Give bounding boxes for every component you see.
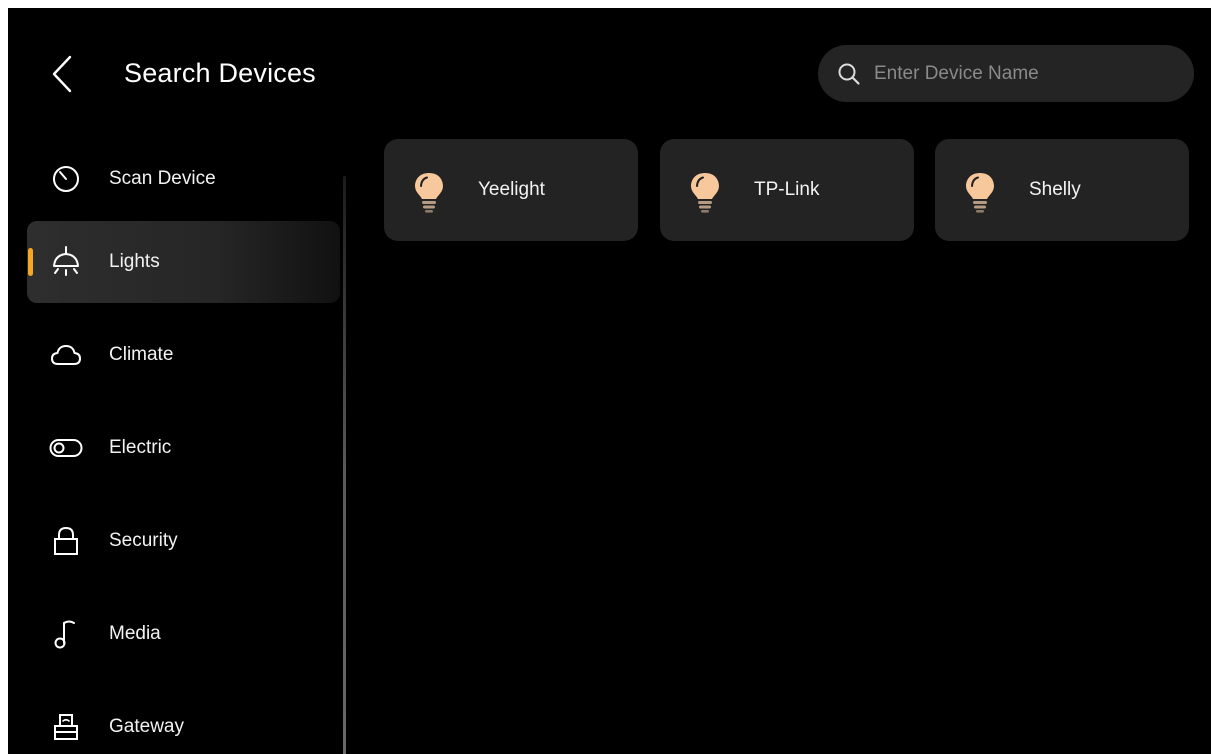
search-icon xyxy=(836,61,862,87)
category-sidebar: Scan Device Lights Climate Electric Secu… xyxy=(8,128,348,754)
search-input[interactable] xyxy=(874,62,1164,85)
sidebar-item-scan-device[interactable]: Scan Device xyxy=(27,138,340,220)
sidebar-item-label: Electric xyxy=(109,437,172,458)
device-card-tp-link[interactable]: TP-Link xyxy=(660,139,914,241)
sidebar-item-label: Scan Device xyxy=(109,168,216,189)
router-icon xyxy=(49,710,83,744)
search-bar[interactable] xyxy=(818,45,1194,102)
sidebar-item-label: Gateway xyxy=(109,716,184,737)
cloud-icon xyxy=(49,338,83,372)
sidebar-item-security[interactable]: Security xyxy=(27,500,340,582)
sidebar-item-gateway[interactable]: Gateway xyxy=(27,686,340,754)
sidebar-item-label: Lights xyxy=(109,251,160,272)
device-name: TP-Link xyxy=(754,179,820,200)
sidebar-item-label: Climate xyxy=(109,344,174,365)
lock-icon xyxy=(49,524,83,558)
sidebar-item-climate[interactable]: Climate xyxy=(27,314,340,396)
device-card-shelly[interactable]: Shelly xyxy=(935,139,1189,241)
light-bulb-icon xyxy=(966,173,994,213)
sidebar-scrollbar[interactable] xyxy=(343,176,346,754)
page-title: Search Devices xyxy=(124,58,316,88)
back-button[interactable] xyxy=(46,54,78,94)
light-bulb-icon xyxy=(415,173,443,213)
scan-timer-icon xyxy=(49,162,83,196)
sidebar-item-electric[interactable]: Electric xyxy=(27,407,340,489)
chevron-left-icon xyxy=(52,55,72,93)
search-devices-screen: Search Devices Scan Device xyxy=(8,8,1211,754)
sidebar-item-media[interactable]: Media xyxy=(27,593,340,675)
device-name: Yeelight xyxy=(478,179,545,200)
sidebar-item-label: Media xyxy=(109,623,161,644)
active-indicator xyxy=(28,248,33,276)
sidebar-item-lights[interactable]: Lights xyxy=(27,221,340,303)
toggle-switch-icon xyxy=(49,431,83,465)
ceiling-light-icon xyxy=(49,245,83,279)
device-name: Shelly xyxy=(1029,179,1081,200)
music-note-icon xyxy=(49,617,83,651)
light-bulb-icon xyxy=(691,173,719,213)
sidebar-item-label: Security xyxy=(109,530,178,551)
device-card-yeelight[interactable]: Yeelight xyxy=(384,139,638,241)
